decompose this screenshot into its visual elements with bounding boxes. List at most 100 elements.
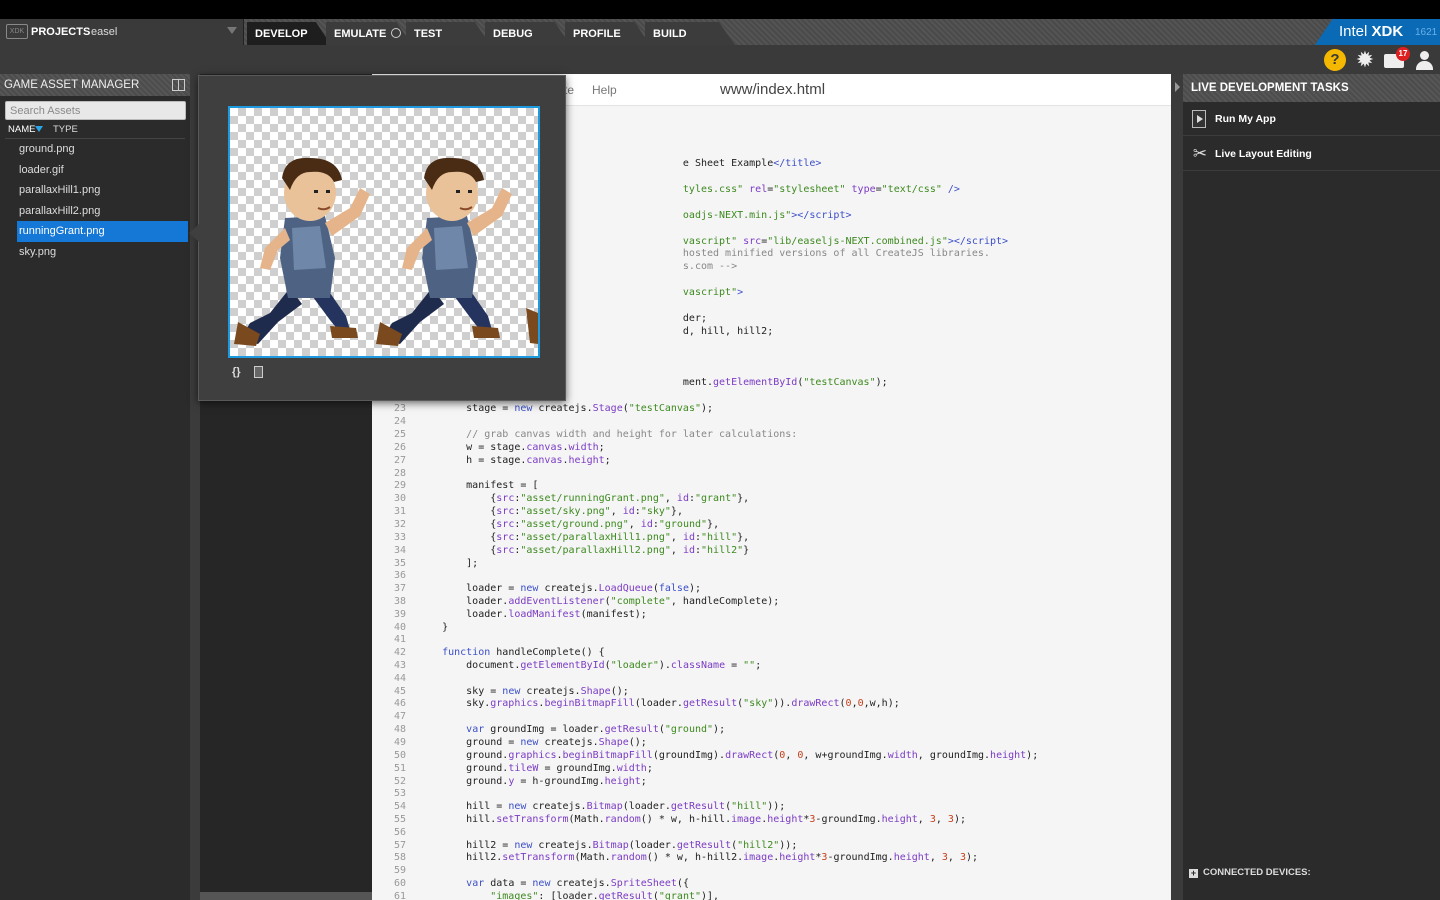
project-name: easel: [91, 26, 118, 38]
plus-icon[interactable]: +: [1189, 869, 1198, 878]
code-line: 58 hill2.setTransform(Math.random() * w,…: [393, 852, 979, 863]
tab-develop-label: DEVELOP: [255, 28, 308, 40]
main-header: XDK PROJECTS easel DEVELOP EMULATE TEST …: [0, 19, 1440, 45]
projects-label: PROJECTS: [31, 26, 91, 38]
brand-version: 1621: [1415, 27, 1438, 38]
horizontal-scrollbar[interactable]: [200, 892, 372, 900]
code-line: 34 {src:"asset/parallaxHill2.png", id:"h…: [393, 545, 750, 556]
xdk-window: XDK PROJECTS easel DEVELOP EMULATE TEST …: [0, 0, 1440, 900]
sort-desc-icon[interactable]: [35, 126, 43, 132]
code-line: 25 // grab canvas width and height for l…: [393, 429, 798, 440]
code-line: 27 h = stage.canvas.height;: [393, 455, 611, 466]
clipboard-icon[interactable]: [254, 366, 263, 378]
brand-intel: Intel: [1339, 23, 1368, 40]
connected-devices[interactable]: + CONNECTED DEVICES:: [1189, 867, 1311, 878]
projects-selector[interactable]: XDK PROJECTS easel: [0, 19, 244, 45]
tab-build[interactable]: BUILD: [645, 22, 735, 45]
search-assets-input[interactable]: [5, 101, 186, 120]
user-icon-head: [1420, 51, 1429, 60]
layout-tools-icon: ✂: [1192, 144, 1208, 163]
secondary-toolbar: ? ✹ 17: [0, 45, 1440, 74]
column-type[interactable]: TYPE: [53, 124, 78, 135]
list-item[interactable]: parallaxHill1.png: [0, 180, 190, 201]
code-line: 38 loader.addEventListener("complete", h…: [393, 596, 780, 607]
brand-product: XDK: [1371, 23, 1404, 40]
tab-build-label: BUILD: [653, 28, 687, 40]
code-line: 60 var data = new createjs.SpriteSheet({: [393, 878, 689, 889]
tab-profile-label: PROFILE: [573, 28, 621, 40]
clock-icon: [391, 28, 402, 38]
list-item-selected[interactable]: runningGrant.png: [17, 221, 188, 242]
live-development-panel: LIVE DEVELOPMENT TASKS Run My App ✂ Live…: [1183, 74, 1440, 900]
code-line: 33 {src:"asset/parallaxHill1.png", id:"h…: [393, 532, 750, 543]
code-line: 26 w = stage.canvas.width;: [393, 442, 605, 453]
code-line: 23 stage = new createjs.Stage("testCanva…: [393, 403, 714, 414]
user-icon[interactable]: [1414, 49, 1436, 71]
code-line: 32 {src:"asset/ground.png", id:"ground"}…: [393, 519, 720, 530]
code-line: 46 sky.graphics.beginBitmapFill(loader.g…: [393, 698, 900, 709]
asset-manager-header: GAME ASSET MANAGER: [0, 74, 190, 96]
code-line: 48 var groundImg = loader.getResult("gro…: [393, 724, 726, 735]
run-app-icon: [1192, 110, 1206, 128]
code-line: 54 hill = new createjs.Bitmap(loader.get…: [393, 801, 786, 812]
tab-test-label: TEST: [414, 28, 443, 40]
list-item[interactable]: ground.png: [0, 139, 190, 160]
code-line: 42 function handleComplete() {: [393, 647, 605, 658]
collapse-right-icon[interactable]: [1175, 82, 1180, 92]
run-my-app-button[interactable]: Run My App: [1183, 102, 1440, 136]
column-name[interactable]: NAME: [8, 124, 35, 135]
top-strip: [0, 0, 1440, 19]
code-line: 36: [393, 570, 406, 581]
notification-badge: 17: [1396, 47, 1410, 61]
menu-help[interactable]: Help: [592, 83, 617, 97]
asset-file-list: ground.png loader.gif parallaxHill1.png …: [0, 139, 190, 263]
code-line: 29 manifest = [: [393, 480, 539, 491]
code-line: 41: [393, 634, 406, 645]
code-line: 56: [393, 827, 406, 838]
code-line: 51 ground.tileW = groundImg.width;: [393, 763, 653, 774]
code-line: 31 {src:"asset/sky.png", id:"sky"},: [393, 506, 683, 517]
running-character-sprites: [234, 156, 538, 347]
xdk-logo-icon: XDK: [6, 24, 28, 39]
gear-icon[interactable]: ✹: [1354, 49, 1376, 71]
live-dev-header: LIVE DEVELOPMENT TASKS: [1183, 74, 1440, 102]
intel-xdk-brand: Intel XDK 1621: [1315, 19, 1440, 45]
tab-debug-label: DEBUG: [493, 28, 533, 40]
game-asset-manager: GAME ASSET MANAGER NAME TYPE ground.png …: [0, 74, 190, 900]
code-line: 47: [393, 711, 406, 722]
notifications-icon[interactable]: 17: [1384, 47, 1410, 71]
tab-debug[interactable]: DEBUG: [485, 22, 570, 45]
right-splitter[interactable]: [1171, 74, 1183, 900]
chevron-down-icon[interactable]: [227, 27, 237, 34]
code-line: 39 loader.loadManifest(manifest);: [393, 609, 647, 620]
editor-file-title: www/index.html: [720, 81, 826, 98]
help-icon[interactable]: ?: [1324, 49, 1346, 71]
list-item[interactable]: sky.png: [0, 242, 190, 263]
connected-devices-label: CONNECTED DEVICES:: [1203, 867, 1311, 878]
code-line: 24: [393, 416, 406, 427]
code-line: 61 "images": [loader.getResult("grant")]…: [393, 891, 720, 900]
brand-text: Intel XDK: [1339, 23, 1403, 40]
list-item[interactable]: loader.gif: [0, 160, 190, 181]
live-dev-title: LIVE DEVELOPMENT TASKS: [1191, 82, 1349, 94]
code-line: 37 loader = new createjs.LoadQueue(false…: [393, 583, 702, 594]
asset-manager-title: GAME ASSET MANAGER: [4, 79, 140, 91]
tab-emulate[interactable]: EMULATE: [326, 22, 412, 45]
braces-button[interactable]: {}: [232, 366, 241, 378]
running-character-sprite: [234, 157, 370, 346]
code-line: 59: [393, 865, 406, 876]
code-line: 53: [393, 788, 406, 799]
code-line: 43 document.getElementById("loader").cla…: [393, 660, 762, 671]
tab-profile[interactable]: PROFILE: [565, 22, 650, 45]
code-line: 49 ground = new createjs.Shape();: [393, 737, 647, 748]
popup-pointer: [189, 224, 199, 242]
panel-layout-icon[interactable]: [172, 79, 185, 91]
tab-test[interactable]: TEST: [406, 22, 490, 45]
tab-develop[interactable]: DEVELOP: [247, 22, 331, 45]
live-layout-editing-button[interactable]: ✂ Live Layout Editing: [1183, 137, 1440, 171]
code-line: 44: [393, 673, 406, 684]
user-icon-body: [1416, 61, 1433, 70]
list-item[interactable]: parallaxHill2.png: [0, 201, 190, 222]
sprite-preview-image: [228, 106, 540, 358]
tab-emulate-label: EMULATE: [334, 28, 387, 40]
